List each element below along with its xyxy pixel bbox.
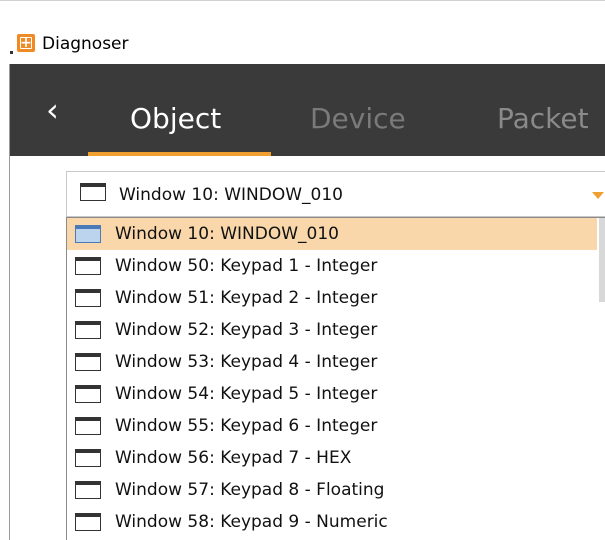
list-item[interactable]: Window 52: Keypad 3 - Integer — [67, 314, 597, 346]
window-icon — [75, 225, 101, 243]
app-icon — [17, 33, 35, 52]
title-bar: Diagnoser — [0, 0, 605, 65]
nav-bar: ‹ Object Device Packet — [10, 64, 605, 156]
window-icon — [75, 417, 101, 435]
object-select-value: Window 10: WINDOW_010 — [119, 185, 343, 205]
list-item[interactable]: Window 55: Keypad 6 - Integer — [67, 410, 597, 442]
list-item[interactable]: Window 54: Keypad 5 - Integer — [67, 378, 597, 410]
list-item[interactable]: Window 50: Keypad 1 - Integer — [67, 250, 597, 282]
list-scrollbar[interactable] — [599, 218, 605, 302]
tab-device[interactable]: Device — [310, 102, 406, 136]
list-item-label: Window 51: Keypad 2 - Integer — [115, 288, 378, 308]
tab-object[interactable]: Object — [130, 102, 221, 136]
window-icon — [75, 257, 101, 275]
list-item[interactable]: Window 10: WINDOW_010 — [67, 218, 597, 250]
list-item[interactable]: Window 56: Keypad 7 - HEX — [67, 442, 597, 474]
window-icon — [75, 449, 101, 467]
chevron-left-icon[interactable]: ‹ — [46, 90, 59, 130]
window-icon — [75, 513, 101, 531]
window-icon — [75, 321, 101, 339]
tab-packet[interactable]: Packet — [497, 102, 589, 136]
object-select[interactable]: Window 10: WINDOW_010 — [66, 171, 605, 217]
window-icon — [75, 481, 101, 499]
list-item-label: Window 10: WINDOW_010 — [115, 224, 339, 244]
object-dropdown-list[interactable]: Window 10: WINDOW_010 Window 50: Keypad … — [66, 217, 605, 540]
window-title: Diagnoser — [42, 34, 129, 54]
list-item[interactable]: Window 53: Keypad 4 - Integer — [67, 346, 597, 378]
list-item-label: Window 56: Keypad 7 - HEX — [115, 448, 352, 468]
title-bar-dot — [10, 51, 13, 54]
list-item-label: Window 55: Keypad 6 - Integer — [115, 416, 378, 436]
window-icon — [75, 353, 101, 371]
list-item-label: Window 57: Keypad 8 - Floating — [115, 480, 385, 500]
window-icon — [75, 289, 101, 307]
list-item-label: Window 50: Keypad 1 - Integer — [115, 256, 378, 276]
active-tab-indicator — [88, 152, 271, 156]
list-item[interactable]: Window 57: Keypad 8 - Floating — [67, 474, 597, 506]
list-item-label: Window 58: Keypad 9 - Numeric — [115, 512, 388, 532]
list-item-label: Window 53: Keypad 4 - Integer — [115, 352, 378, 372]
list-item[interactable]: Window 58: Keypad 9 - Numeric — [67, 506, 597, 538]
list-item[interactable]: Window 51: Keypad 2 - Integer — [67, 282, 597, 314]
window-icon — [80, 183, 106, 201]
dropdown-arrow-icon[interactable] — [592, 192, 604, 199]
list-item-label: Window 52: Keypad 3 - Integer — [115, 320, 378, 340]
list-item-label: Window 54: Keypad 5 - Integer — [115, 384, 378, 404]
window-icon — [75, 385, 101, 403]
